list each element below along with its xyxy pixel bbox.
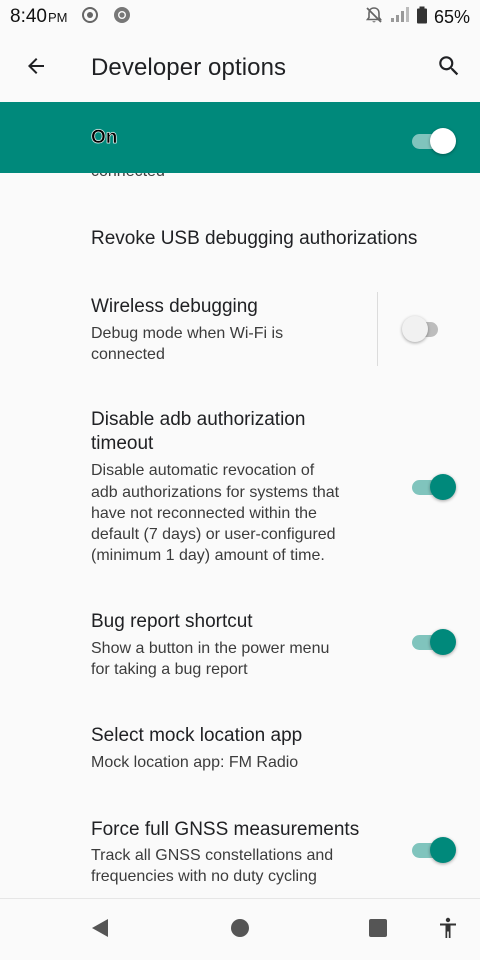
pref-title: Bug report shortcut [91, 611, 253, 632]
nav-home-button[interactable] [210, 899, 270, 960]
pref-summary-line: (minimum 1 day) amount of time. [91, 547, 325, 564]
pref-summary-line: default (7 days) or user-configured [91, 526, 336, 543]
status-time: 8:40PM [10, 6, 67, 28]
vertical-divider [377, 292, 378, 366]
developer-options-list[interactable]: connected Revoke USB debugging authoriza… [0, 173, 480, 898]
pref-title: Select mock location app [91, 725, 303, 746]
partial-summary: connected [91, 173, 165, 181]
pref-summary-line: connected [91, 346, 165, 363]
toggle-thumb [402, 316, 428, 342]
pref-summary-line: frequencies with no duty cycling [91, 868, 317, 885]
accessibility-icon [436, 916, 460, 945]
app-bar: Developer options [0, 34, 480, 102]
status-time-value: 8:40 [10, 6, 47, 27]
status-time-ampm: PM [47, 10, 68, 25]
toggle-thumb [430, 474, 456, 500]
pref-summary-line: Track all GNSS constellations and [91, 847, 334, 864]
pref-select-mock-location-app[interactable]: Select mock location app Mock location a… [0, 689, 480, 787]
back-button[interactable] [0, 34, 72, 102]
force-gnss-toggle[interactable] [410, 835, 456, 865]
pref-summary-line: Debug mode when Wi-Fi is [91, 325, 284, 342]
battery-icon [416, 6, 428, 29]
nav-home-icon [230, 918, 250, 943]
pref-title: Revoke USB debugging authorizations [91, 228, 418, 249]
pref-summary-line: Disable automatic revocation of [91, 462, 315, 479]
master-switch-toggle[interactable] [410, 126, 456, 156]
pref-title: Wireless debugging [91, 296, 258, 317]
master-switch-bar[interactable]: On [0, 102, 480, 173]
nav-back-icon [89, 917, 111, 944]
disable-adb-timeout-toggle[interactable] [410, 472, 456, 502]
navigation-bar [0, 898, 480, 960]
pref-summary-line: Mock location app: FM Radio [91, 754, 299, 771]
screen-record-icon [81, 6, 99, 29]
toggle-thumb [430, 837, 456, 863]
nav-recents-button[interactable] [348, 899, 408, 960]
master-switch-label: On [91, 126, 118, 148]
pref-wireless-debugging[interactable]: Wireless debugging Debug mode when Wi-Fi… [0, 277, 480, 383]
accessibility-button[interactable] [418, 899, 478, 960]
pref-disable-adb-authorization-timeout[interactable]: Disable adb authorization timeout Disabl… [0, 383, 480, 579]
toggle-thumb [430, 629, 456, 655]
arrow-back-icon [24, 54, 48, 83]
pref-force-full-gnss-measurements[interactable]: Force full GNSS measurements Track all G… [0, 787, 480, 898]
search-icon [436, 53, 462, 84]
pref-revoke-usb-debugging[interactable]: Revoke USB debugging authorizations [0, 203, 480, 277]
pref-title: Force full GNSS measurements [91, 819, 360, 840]
pref-title-line: Disable adb authorization [91, 409, 306, 430]
chrome-icon [113, 6, 131, 29]
status-bar: 8:40PM 65% [0, 0, 480, 34]
pref-summary-line: have not reconnected within the [91, 505, 317, 522]
pref-bug-report-shortcut[interactable]: Bug report shortcut Show a button in the… [0, 579, 480, 689]
page-title: Developer options [91, 54, 287, 81]
pref-title-line: timeout [91, 433, 154, 454]
notifications-off-icon [364, 5, 384, 30]
nav-recents-icon [368, 918, 388, 943]
nav-back-button[interactable] [70, 899, 130, 960]
pref-summary-line: Show a button in the power menu [91, 640, 330, 657]
signal-icon [390, 6, 410, 29]
pref-summary-line: adb authorizations for systems that [91, 484, 340, 501]
search-button[interactable] [418, 34, 480, 102]
pref-summary-line: for taking a bug report [91, 661, 248, 678]
wireless-debugging-toggle[interactable] [402, 314, 448, 344]
toggle-thumb [430, 128, 456, 154]
bug-report-shortcut-toggle[interactable] [410, 627, 456, 657]
battery-percent: 65% [433, 6, 470, 27]
